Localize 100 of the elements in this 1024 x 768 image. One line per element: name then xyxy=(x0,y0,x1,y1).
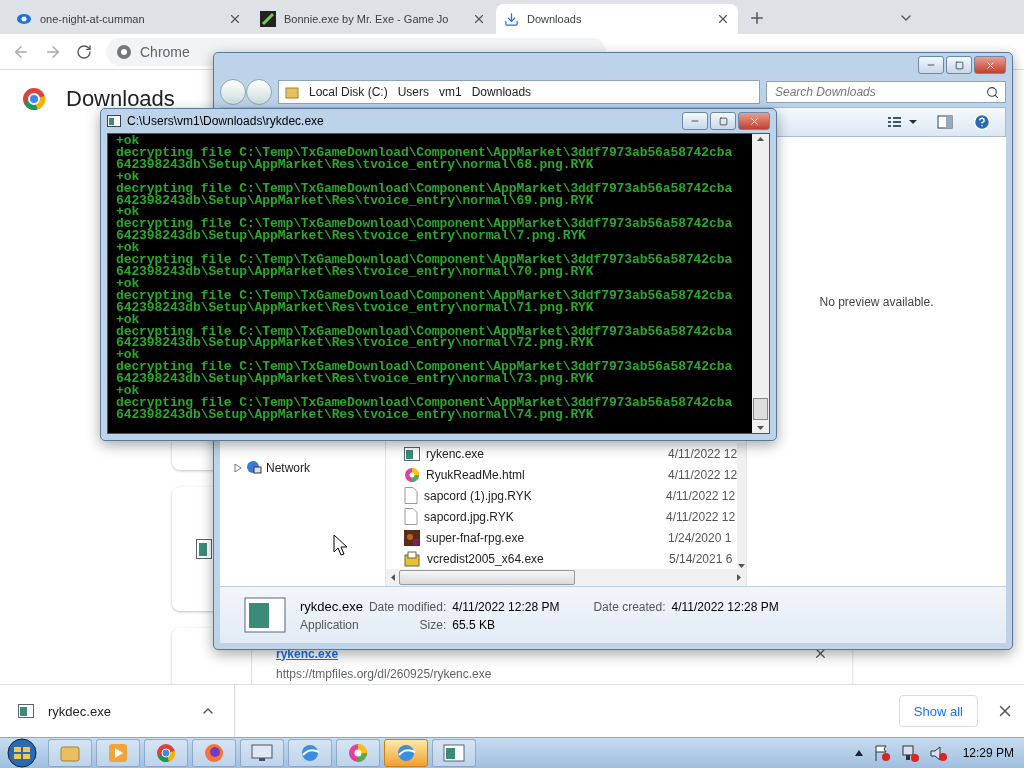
back-button[interactable] xyxy=(220,79,246,105)
installer-icon xyxy=(404,550,421,567)
console-line: 642398243db\Setup\AppMarket\Res\tvoice_entry\normal\69.png.RYK xyxy=(116,194,594,207)
taskbar-button[interactable] xyxy=(144,739,188,767)
download-icon xyxy=(504,11,519,27)
application-icon xyxy=(404,446,420,461)
maximize-icon xyxy=(718,116,728,126)
file-link[interactable]: rykenc.exe xyxy=(276,646,339,661)
maximize-button[interactable] xyxy=(710,112,736,130)
scroll-down-icon[interactable] xyxy=(757,426,764,431)
breadcrumb-item[interactable]: Users xyxy=(397,85,430,99)
close-button[interactable] xyxy=(974,56,1006,74)
forward-button[interactable] xyxy=(246,79,272,105)
taskbar-button[interactable] xyxy=(96,739,140,767)
breadcrumb-item[interactable]: Downloads xyxy=(471,85,532,99)
download-url: https://tmpfiles.org/dl/260925/rykenc.exe xyxy=(276,667,493,681)
breadcrumb-item[interactable]: vm1 xyxy=(439,85,462,99)
application-icon xyxy=(196,539,212,559)
globe-icon xyxy=(300,743,320,763)
site-label: Chrome xyxy=(140,43,190,60)
horizontal-scrollbar[interactable] xyxy=(386,569,746,586)
close-button[interactable] xyxy=(738,112,770,130)
detail-value: 4/11/2022 12:28 PM xyxy=(671,599,779,614)
vertical-scrollbar[interactable] xyxy=(737,443,746,569)
speaker-icon[interactable] xyxy=(928,744,947,762)
console-line: decrypting file C:\Temp\TxGameDownload\Component\AppMarket\3ddf7973ab56a58742cba xyxy=(116,254,734,266)
close-icon xyxy=(984,59,996,71)
file-row[interactable]: super-fnaf-rpg.exe 1/24/2020 1 xyxy=(386,527,738,548)
taskbar-button[interactable] xyxy=(384,739,428,767)
help-icon[interactable] xyxy=(973,113,991,131)
preview-pane-icon[interactable] xyxy=(937,115,953,129)
taskbar-button[interactable] xyxy=(432,739,476,767)
blank-file-icon xyxy=(404,508,418,525)
file-row[interactable]: sapcord.jpg.RYK 4/11/2022 12 xyxy=(386,506,738,527)
expand-arrow-icon[interactable] xyxy=(234,464,242,472)
console-line: decrypting file C:\Temp\TxGameDownload\Component\AppMarket\3ddf7973ab56a58742cba xyxy=(116,182,734,195)
address-field[interactable]: Local Disk (C:) Users vm1 Downloads xyxy=(278,80,760,104)
console-line: +ok xyxy=(116,135,140,147)
file-type: Application xyxy=(300,617,360,632)
show-all-button[interactable]: Show all xyxy=(898,695,978,727)
file-row[interactable]: RyukReadMe.html 4/11/2022 12 xyxy=(386,464,738,485)
network-icon xyxy=(246,460,262,476)
color-wheel-icon xyxy=(348,743,368,763)
globe-icon xyxy=(396,743,416,763)
folder-icon xyxy=(60,744,80,762)
network-icon[interactable] xyxy=(900,744,919,762)
preview-message: No preview available. xyxy=(819,294,934,309)
console-line: decrypting file C:\Temp\TxGameDownload\Component\AppMarket\3ddf7973ab56a58742cba xyxy=(116,289,734,302)
blank-file-icon xyxy=(404,487,418,504)
taskbar-button[interactable] xyxy=(192,739,236,767)
taskbar-button[interactable] xyxy=(240,739,284,767)
scroll-left-icon[interactable] xyxy=(390,574,395,581)
minimize-button[interactable] xyxy=(682,112,708,130)
console-line: +ok xyxy=(116,349,140,362)
console-line: +ok xyxy=(116,206,140,219)
taskbar-button[interactable] xyxy=(288,739,332,767)
console-line: 642398243db\Setup\AppMarket\Res\tvoice_entry\normal\7.png.RYK xyxy=(116,230,586,243)
detail-label: Date modified: xyxy=(368,599,447,614)
flag-icon[interactable] xyxy=(872,744,891,762)
taskbar-button[interactable] xyxy=(336,739,380,767)
console-line: decrypting file C:\Temp\TxGameDownload\Component\AppMarket\3ddf7973ab56a58742cba xyxy=(116,146,734,159)
file-row[interactable]: vcredist2005_x64.exe 5/14/2021 6 xyxy=(386,548,738,569)
detail-label: Date created: xyxy=(593,599,666,614)
search-field[interactable]: Search Downloads xyxy=(766,81,1006,103)
search-icon[interactable] xyxy=(986,85,999,99)
game-icon xyxy=(260,11,276,27)
scroll-right-icon[interactable] xyxy=(737,574,742,581)
file-row[interactable]: sapcord (1).jpg.RYK 4/11/2022 12 xyxy=(386,485,738,506)
show-hidden-icon[interactable] xyxy=(854,750,863,756)
detail-value: 65.5 KB xyxy=(452,617,496,632)
minimize-button[interactable] xyxy=(918,56,944,74)
browser-tab[interactable]: Downloads xyxy=(496,4,738,34)
new-tab-icon[interactable] xyxy=(748,9,766,27)
view-options-icon[interactable] xyxy=(887,116,917,128)
console-line: 642398243db\Setup\AppMarket\Res\tvoice_entry\normal\68.png.RYK xyxy=(116,158,594,171)
browser-tab[interactable]: one-night-at-cumman xyxy=(8,4,250,34)
play-icon xyxy=(108,743,128,763)
site-icon xyxy=(16,13,32,25)
maximize-button[interactable] xyxy=(946,56,972,74)
detail-label: Size: xyxy=(418,617,447,632)
window-title: C:\Users\vm1\Downloads\rykdec.exe xyxy=(127,114,324,128)
browser-tab[interactable]: Bonnie.exe by Mr. Exe - Game Jo xyxy=(252,4,494,34)
console-line: 642398243db\Setup\AppMarket\Res\tvoice_entry\normal\73.png.RYK xyxy=(116,373,594,386)
game-icon xyxy=(404,529,420,546)
file-row[interactable]: rykenc.exe 4/11/2022 12 xyxy=(386,443,738,464)
close-icon[interactable] xyxy=(228,12,242,26)
nav-item[interactable]: Network xyxy=(234,460,385,476)
window-icon xyxy=(443,744,465,762)
scroll-thumb[interactable] xyxy=(399,570,575,585)
cursor-icon xyxy=(333,534,347,556)
folder-icon xyxy=(285,85,299,99)
clock: 12:29 PM xyxy=(962,746,1014,760)
close-icon[interactable] xyxy=(716,12,730,26)
close-icon[interactable] xyxy=(472,12,486,26)
breadcrumb-item[interactable]: Local Disk (C:) xyxy=(309,85,388,99)
scroll-thumb[interactable] xyxy=(753,398,768,420)
vertical-scrollbar[interactable] xyxy=(752,134,769,433)
console-line: 642398243db\Setup\AppMarket\Res\tvoice_entry\normal\71.png.RYK xyxy=(116,301,594,314)
reload-icon[interactable] xyxy=(76,43,92,60)
monitor-icon xyxy=(251,744,273,762)
